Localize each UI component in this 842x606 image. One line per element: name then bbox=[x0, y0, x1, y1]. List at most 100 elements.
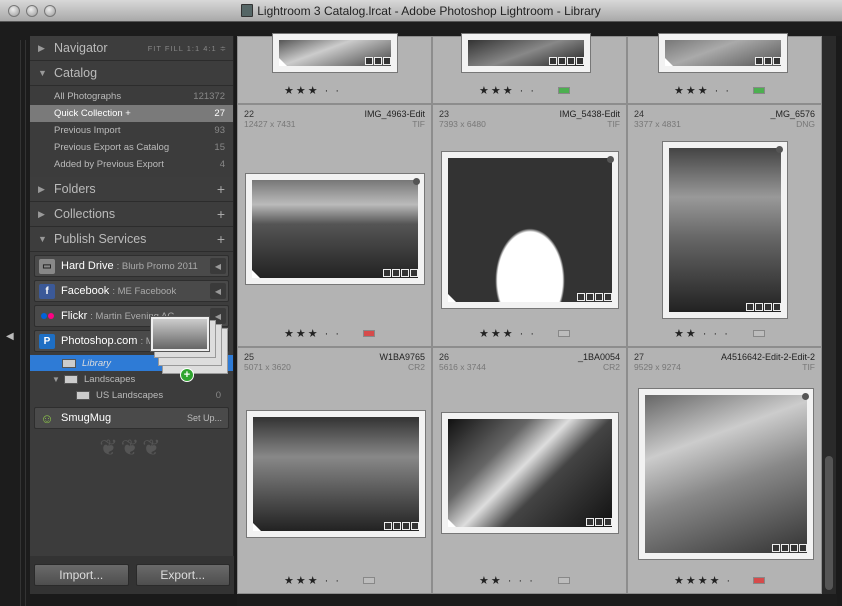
grid-cell[interactable]: 26 5616 x 3744 _1BA0054 CR2 ★★ · · · bbox=[432, 347, 627, 594]
color-label[interactable] bbox=[558, 577, 570, 584]
add-publish-service-icon[interactable]: + bbox=[217, 231, 225, 247]
catalog-item-quick-collection[interactable]: Quick Collection + 27 bbox=[30, 105, 233, 122]
rating-stars[interactable]: ★★★ · · bbox=[284, 327, 341, 340]
ps-collection-us-landscapes[interactable]: US Landscapes 0 bbox=[30, 387, 233, 403]
add-collection-icon[interactable]: + bbox=[217, 206, 225, 222]
bottom-panel-edge[interactable] bbox=[237, 594, 837, 606]
thumbnail[interactable] bbox=[245, 173, 425, 285]
cell-filename: A4516642-Edit-2-Edit-2 bbox=[720, 352, 815, 362]
cell-dimensions: 12427 x 7431 bbox=[244, 119, 296, 129]
collections-header[interactable]: ▶ Collections + bbox=[30, 202, 233, 227]
cell-dimensions: 5071 x 3620 bbox=[244, 362, 291, 372]
collection-icon bbox=[76, 390, 90, 400]
rating-stars[interactable]: ★★★ · · bbox=[674, 84, 731, 97]
collection-set-icon bbox=[64, 374, 78, 384]
rating-stars[interactable]: ★★★ · · bbox=[479, 84, 536, 97]
cell-dimensions: 7393 x 6480 bbox=[439, 119, 486, 129]
collections-label: Collections bbox=[54, 207, 116, 221]
service-smugmug[interactable]: ☺ SmugMug Set Up... bbox=[34, 407, 229, 429]
drag-preview bbox=[150, 316, 210, 352]
publish-services-label: Publish Services bbox=[54, 232, 147, 246]
color-label[interactable] bbox=[753, 330, 765, 337]
grid-cell[interactable]: 22 12427 x 7431 IMG_4963-Edit TIF ★★★ · … bbox=[237, 104, 432, 347]
library-grid[interactable]: ★★★ · · ★★★ · · ★★★ · · 22 12427 x 7431 … bbox=[237, 33, 822, 594]
navigator-zoom-options[interactable]: FIT FILL 1:1 4:1 ≑ bbox=[148, 44, 227, 53]
cell-extension: DNG bbox=[796, 119, 815, 129]
grid-scrollbar[interactable] bbox=[822, 36, 836, 594]
rating-stars[interactable]: ★★★★ · bbox=[674, 574, 732, 587]
catalog-item-previous-export[interactable]: Previous Export as Catalog 15 bbox=[30, 139, 233, 156]
expand-triangle-icon: ▶ bbox=[38, 183, 45, 194]
thumbnail[interactable] bbox=[658, 33, 788, 73]
grid-cell[interactable]: 27 9529 x 9274 A4516642-Edit-2-Edit-2 TI… bbox=[627, 347, 822, 594]
color-label[interactable] bbox=[363, 330, 375, 337]
folders-header[interactable]: ▶ Folders + bbox=[30, 177, 233, 202]
hard-drive-icon: ▭ bbox=[39, 258, 55, 274]
catalog-item-count: 27 bbox=[214, 108, 225, 119]
thumbnail[interactable] bbox=[272, 33, 398, 73]
catalog-item-previous-import[interactable]: Previous Import 93 bbox=[30, 122, 233, 139]
window-controls[interactable] bbox=[8, 5, 56, 17]
left-panel-edge[interactable]: ◀ bbox=[0, 22, 30, 606]
rating-stars[interactable]: ★★★ · · bbox=[479, 327, 536, 340]
cell-filename: IMG_4963-Edit bbox=[364, 109, 425, 119]
grid-cell[interactable]: ★★★ · · bbox=[627, 33, 822, 104]
rating-stars[interactable]: ★★ · · · bbox=[674, 327, 730, 340]
rating-stars[interactable]: ★★★ · · bbox=[284, 84, 341, 97]
thumbnail[interactable] bbox=[246, 410, 426, 538]
service-sub: : Blurb Promo 2011 bbox=[116, 260, 198, 272]
color-label[interactable] bbox=[753, 87, 765, 94]
catalog-item-all-photographs[interactable]: All Photographs 121372 bbox=[30, 88, 233, 105]
thumbnail[interactable] bbox=[441, 412, 619, 534]
catalog-item-added-by-export[interactable]: Added by Previous Export 4 bbox=[30, 156, 233, 173]
zoom-button[interactable] bbox=[44, 5, 56, 17]
color-label[interactable] bbox=[558, 87, 570, 94]
color-label[interactable] bbox=[753, 577, 765, 584]
minimize-button[interactable] bbox=[26, 5, 38, 17]
service-name: Flickr bbox=[61, 310, 88, 322]
collapse-left-icon[interactable]: ◀ bbox=[6, 331, 14, 342]
grid-cell[interactable]: 25 5071 x 3620 W1BA9765 CR2 ★★★ · · bbox=[237, 347, 432, 594]
expand-triangle-icon: ▶ bbox=[38, 208, 45, 219]
thumbnail[interactable] bbox=[441, 151, 619, 309]
color-label[interactable] bbox=[363, 577, 375, 584]
grid-cell[interactable]: 23 7393 x 6480 IMG_5438-Edit TIF ★★★ · · bbox=[432, 104, 627, 347]
service-name: Hard Drive bbox=[61, 260, 114, 272]
cell-extension: TIF bbox=[607, 119, 620, 129]
catalog-item-label: Previous Import bbox=[54, 125, 121, 136]
grid-cell[interactable]: 24 3377 x 4831 _MG_6576 DNG ★★ · · · bbox=[627, 104, 822, 347]
thumbnail[interactable] bbox=[638, 388, 814, 560]
thumbnail[interactable] bbox=[662, 141, 788, 319]
service-hard-drive[interactable]: ▭ Hard Drive : Blurb Promo 2011 ◀ bbox=[34, 255, 229, 277]
cell-index: 27 bbox=[634, 352, 645, 362]
grid-cell[interactable]: ★★★ · · bbox=[237, 33, 432, 104]
catalog-item-count: 4 bbox=[219, 159, 225, 170]
thumbnail[interactable] bbox=[461, 33, 591, 73]
grid-cell[interactable]: ★★★ · · bbox=[432, 33, 627, 104]
import-button[interactable]: Import... bbox=[34, 564, 129, 586]
scrollbar-thumb[interactable] bbox=[825, 456, 833, 590]
expand-triangle-icon: ▶ bbox=[38, 42, 45, 53]
left-panel: ▶ Navigator FIT FILL 1:1 4:1 ≑ ▼ Catalog… bbox=[30, 36, 234, 594]
cell-index: 23 bbox=[439, 109, 450, 119]
cell-dimensions: 5616 x 3744 bbox=[439, 362, 486, 372]
export-button[interactable]: Export... bbox=[135, 564, 230, 586]
color-label[interactable] bbox=[558, 330, 570, 337]
navigator-header[interactable]: ▶ Navigator FIT FILL 1:1 4:1 ≑ bbox=[30, 36, 233, 61]
navigator-label: Navigator bbox=[54, 41, 108, 55]
cell-extension: CR2 bbox=[407, 362, 425, 372]
add-folder-icon[interactable]: + bbox=[217, 181, 225, 197]
rating-stars[interactable]: ★★★ · · bbox=[284, 574, 341, 587]
collapse-triangle-icon: ▼ bbox=[52, 374, 60, 384]
setup-link[interactable]: Set Up... bbox=[187, 413, 222, 423]
publish-services-header[interactable]: ▼ Publish Services + bbox=[30, 227, 233, 252]
close-button[interactable] bbox=[8, 5, 20, 17]
service-menu-icon[interactable]: ◀ bbox=[210, 258, 226, 274]
service-menu-icon[interactable]: ◀ bbox=[210, 283, 226, 299]
cell-index: 25 bbox=[244, 352, 255, 362]
catalog-header[interactable]: ▼ Catalog bbox=[30, 61, 233, 86]
rating-stars[interactable]: ★★ · · · bbox=[479, 574, 535, 587]
collapse-triangle-icon: ▼ bbox=[38, 234, 47, 244]
collection-label: US Landscapes bbox=[96, 389, 164, 401]
service-facebook[interactable]: f Facebook : ME Facebook ◀ bbox=[34, 280, 229, 302]
